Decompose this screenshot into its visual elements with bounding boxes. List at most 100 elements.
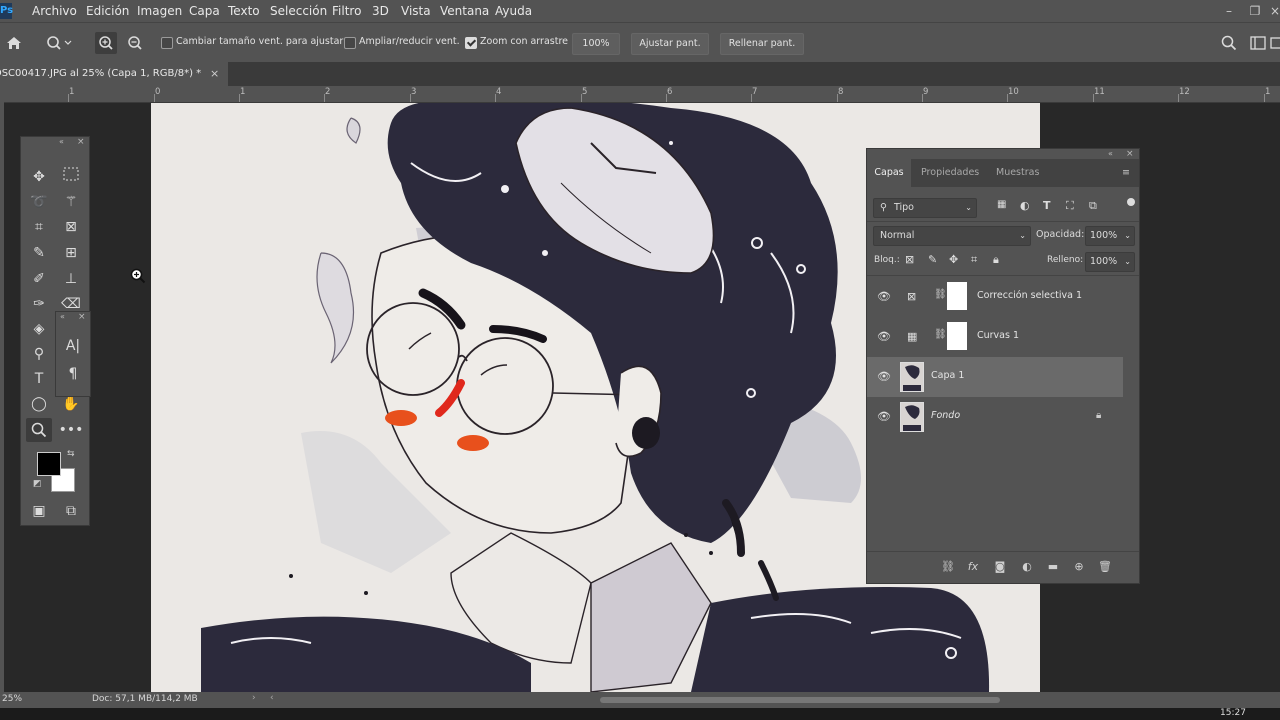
menu-imagen[interactable]: Imagen [137,0,182,22]
crop-tool-icon[interactable]: ⌗ [26,215,52,239]
menu-3d[interactable]: 3D [372,0,389,22]
minimize-icon[interactable]: – [1220,2,1238,20]
screen-mode-icon[interactable]: ⧉ [58,499,84,523]
fill-field[interactable]: 100% ⌄ [1085,252,1135,272]
menu-ayuda[interactable]: Ayuda [495,0,532,22]
quick-mask-icon[interactable]: ▣ [26,499,52,523]
tab-muestras[interactable]: Muestras [996,159,1039,187]
zoom-percent-field[interactable]: 100% [572,33,620,55]
horizontal-scrollbar[interactable] [600,697,1000,703]
paint-bucket-icon[interactable]: ◈ [26,317,52,341]
close-flyout-icon[interactable]: × [78,312,86,322]
layer-mask-thumbnail[interactable] [947,322,967,350]
lock-position-icon[interactable]: ✥ [949,253,958,266]
home-icon[interactable] [3,32,25,54]
workspace-icon[interactable] [1247,32,1269,54]
shape-tool-icon[interactable]: ◯ [26,392,52,416]
fill-screen-button[interactable]: Rellenar pant. [720,33,804,55]
close-panel-icon[interactable]: × [77,137,85,147]
share-icon[interactable] [1270,32,1280,54]
layer-name[interactable]: Capa 1 [931,370,964,381]
filter-toggle-icon[interactable] [1127,198,1135,206]
blend-mode-select[interactable]: Normal ⌄ [873,226,1031,246]
zoom-in-icon[interactable] [95,32,117,54]
menu-filtro[interactable]: Filtro [332,0,361,22]
pixel-filter-icon[interactable]: ▦ [997,199,1011,213]
new-adjustment-icon[interactable]: ◐ [1018,559,1036,575]
clone-stamp-icon[interactable]: ⊥ [58,267,84,291]
menu-ventana[interactable]: Ventana [440,0,489,22]
dodge-tool-icon[interactable]: ⚲ [26,342,52,366]
frame-tool-icon[interactable]: ⊠ [58,215,84,239]
healing-brush-icon[interactable]: ⊞ [58,241,84,265]
swap-colors-icon[interactable]: ⇆ [67,449,75,459]
close-tab-icon[interactable]: × [210,62,219,86]
foreground-color-swatch[interactable] [37,452,61,476]
visibility-eye-icon[interactable]: 👁︎ [877,371,891,383]
restore-icon[interactable]: ❐ [1246,2,1264,20]
lock-image-icon[interactable]: ✎ [928,253,937,266]
layer-filter-select[interactable]: ⚲ Tipo ⌄ [873,198,977,218]
add-mask-icon[interactable]: ◙ [991,559,1009,575]
resize-windows-checkbox[interactable] [161,37,173,49]
link-layers-icon[interactable]: ⛓︎ [939,559,957,575]
zoom-level[interactable]: 25% [2,694,22,704]
layer-row[interactable]: 👁︎ Fondo 🔒︎ [867,397,1123,437]
mask-link-icon[interactable]: ⛓︎ [934,329,947,340]
visibility-eye-icon[interactable]: 👁︎ [877,411,891,423]
delete-layer-icon[interactable]: 🗑︎ [1096,559,1114,575]
collapse-flyout-icon[interactable]: « [60,312,65,321]
close-layers-icon[interactable]: × [1126,149,1134,159]
history-brush-icon[interactable]: ✑ [26,292,52,316]
fx-icon[interactable]: fx [964,559,982,575]
collapse-panel-icon[interactable]: « [59,137,64,146]
zoom-tool-preset-icon[interactable] [44,32,74,54]
tab-capas[interactable]: Capas [867,159,911,187]
zoom-all-checkbox[interactable] [344,37,356,49]
layer-row[interactable]: 👁︎ ▦ ⛓︎ Curvas 1 [867,317,1123,357]
more-tools-icon[interactable]: ••• [58,418,84,442]
type-tool-icon[interactable]: T [26,367,52,391]
menu-texto[interactable]: Texto [228,0,260,22]
panel-menu-icon[interactable]: ≡ [1122,159,1130,187]
brush-tool-icon[interactable]: ✐ [26,267,52,291]
menu-seleccion[interactable]: Selección [270,0,327,22]
mask-link-icon[interactable]: ⛓︎ [934,289,947,300]
layer-name[interactable]: Corrección selectiva 1 [977,290,1082,301]
new-layer-icon[interactable]: ⊕ [1070,559,1088,575]
character-panel-icon[interactable]: A| [60,334,86,358]
visibility-eye-icon[interactable]: 👁︎ [877,331,891,343]
layer-row-selected[interactable]: 👁︎ Capa 1 [867,357,1123,397]
magic-wand-icon[interactable]: ⚚ [58,190,84,214]
document-tab[interactable]: DSC00417.JPG al 25% (Capa 1, RGB/8*) * × [0,62,228,86]
zoom-out-icon[interactable] [124,32,146,54]
layer-thumbnail[interactable] [900,362,924,392]
adjustment-filter-icon[interactable]: ◐ [1020,199,1034,213]
default-colors-icon[interactable]: ◩ [33,479,42,489]
scroll-left-icon[interactable]: ‹ [270,693,274,703]
eyedropper-icon[interactable]: ✎ [26,241,52,265]
type-filter-icon[interactable]: T [1043,199,1057,213]
tab-propiedades[interactable]: Propiedades [921,159,979,187]
scrubby-zoom-checkbox[interactable] [465,37,477,49]
lock-transparent-icon[interactable]: ⊠ [905,253,914,266]
status-expand-icon[interactable]: › [252,693,256,703]
layer-row[interactable]: 👁︎ ⊠ ⛓︎ Corrección selectiva 1 [867,277,1123,317]
marquee-tool-icon[interactable] [58,165,84,189]
lock-artboard-icon[interactable]: ⌗ [971,253,977,267]
search-icon[interactable] [1218,32,1240,54]
shape-filter-icon[interactable]: ⛶ [1066,199,1080,213]
zoom-tool-icon[interactable] [26,418,52,442]
lasso-tool-icon[interactable]: ➰ [26,190,52,214]
close-window-icon[interactable]: × [1270,2,1280,20]
smart-object-filter-icon[interactable]: ⧉ [1089,199,1103,213]
visibility-eye-icon[interactable]: 👁︎ [877,291,891,303]
menu-archivo[interactable]: Archivo [32,0,77,22]
lock-all-icon[interactable]: 🔒︎ [993,253,999,267]
menu-capa[interactable]: Capa [189,0,220,22]
new-group-icon[interactable]: ▬ [1044,559,1062,575]
collapse-layers-icon[interactable]: « [1108,149,1113,158]
layer-thumbnail[interactable] [900,402,924,432]
menu-edicion[interactable]: Edición [86,0,129,22]
fit-screen-button[interactable]: Ajustar pant. [631,33,709,55]
